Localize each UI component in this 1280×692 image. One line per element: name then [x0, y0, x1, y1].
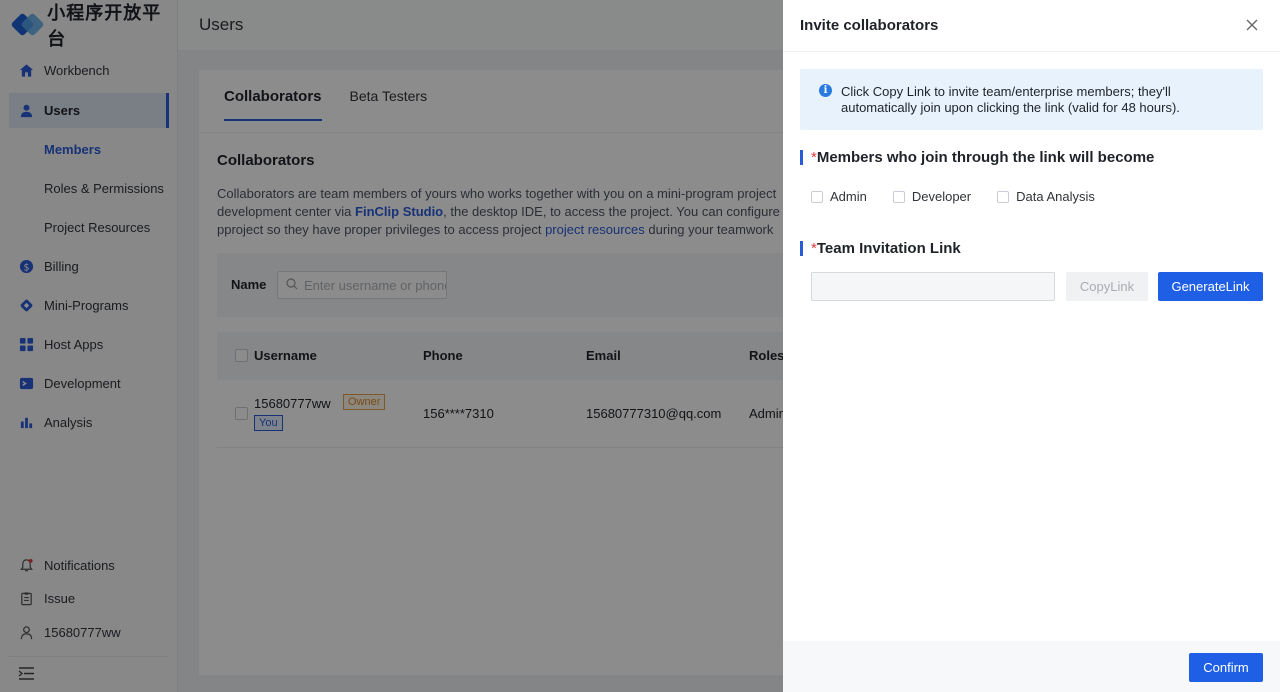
close-icon[interactable] [1244, 17, 1260, 33]
info-icon: i [819, 84, 832, 97]
invitation-link-input[interactable] [811, 272, 1055, 301]
role-option-admin[interactable]: Admin [811, 189, 867, 204]
generate-link-button[interactable]: GenerateLink [1158, 272, 1263, 301]
info-banner: i Click Copy Link to invite team/enterpr… [800, 69, 1263, 130]
checkbox[interactable] [892, 190, 905, 203]
link-field-label: *Team Invitation Link [800, 240, 961, 257]
invite-drawer: Invite collaborators i Click Copy Link t… [783, 0, 1280, 692]
confirm-button[interactable]: Confirm [1189, 653, 1263, 682]
drawer-footer: Confirm [783, 641, 1280, 692]
role-option-developer[interactable]: Developer [892, 189, 971, 204]
copy-link-button[interactable]: CopyLink [1066, 272, 1148, 301]
role-field-label: *Members who join through the link will … [800, 149, 1154, 166]
role-option-data-analysis[interactable]: Data Analysis [997, 189, 1095, 204]
checkbox[interactable] [811, 190, 823, 203]
info-text: Click Copy Link to invite team/enterpris… [841, 84, 1180, 115]
drawer-title: Invite collaborators [800, 17, 939, 34]
role-options: Admin Developer Data Analysis [811, 189, 1121, 204]
drawer-header: Invite collaborators [783, 0, 1280, 52]
checkbox[interactable] [997, 190, 1010, 203]
